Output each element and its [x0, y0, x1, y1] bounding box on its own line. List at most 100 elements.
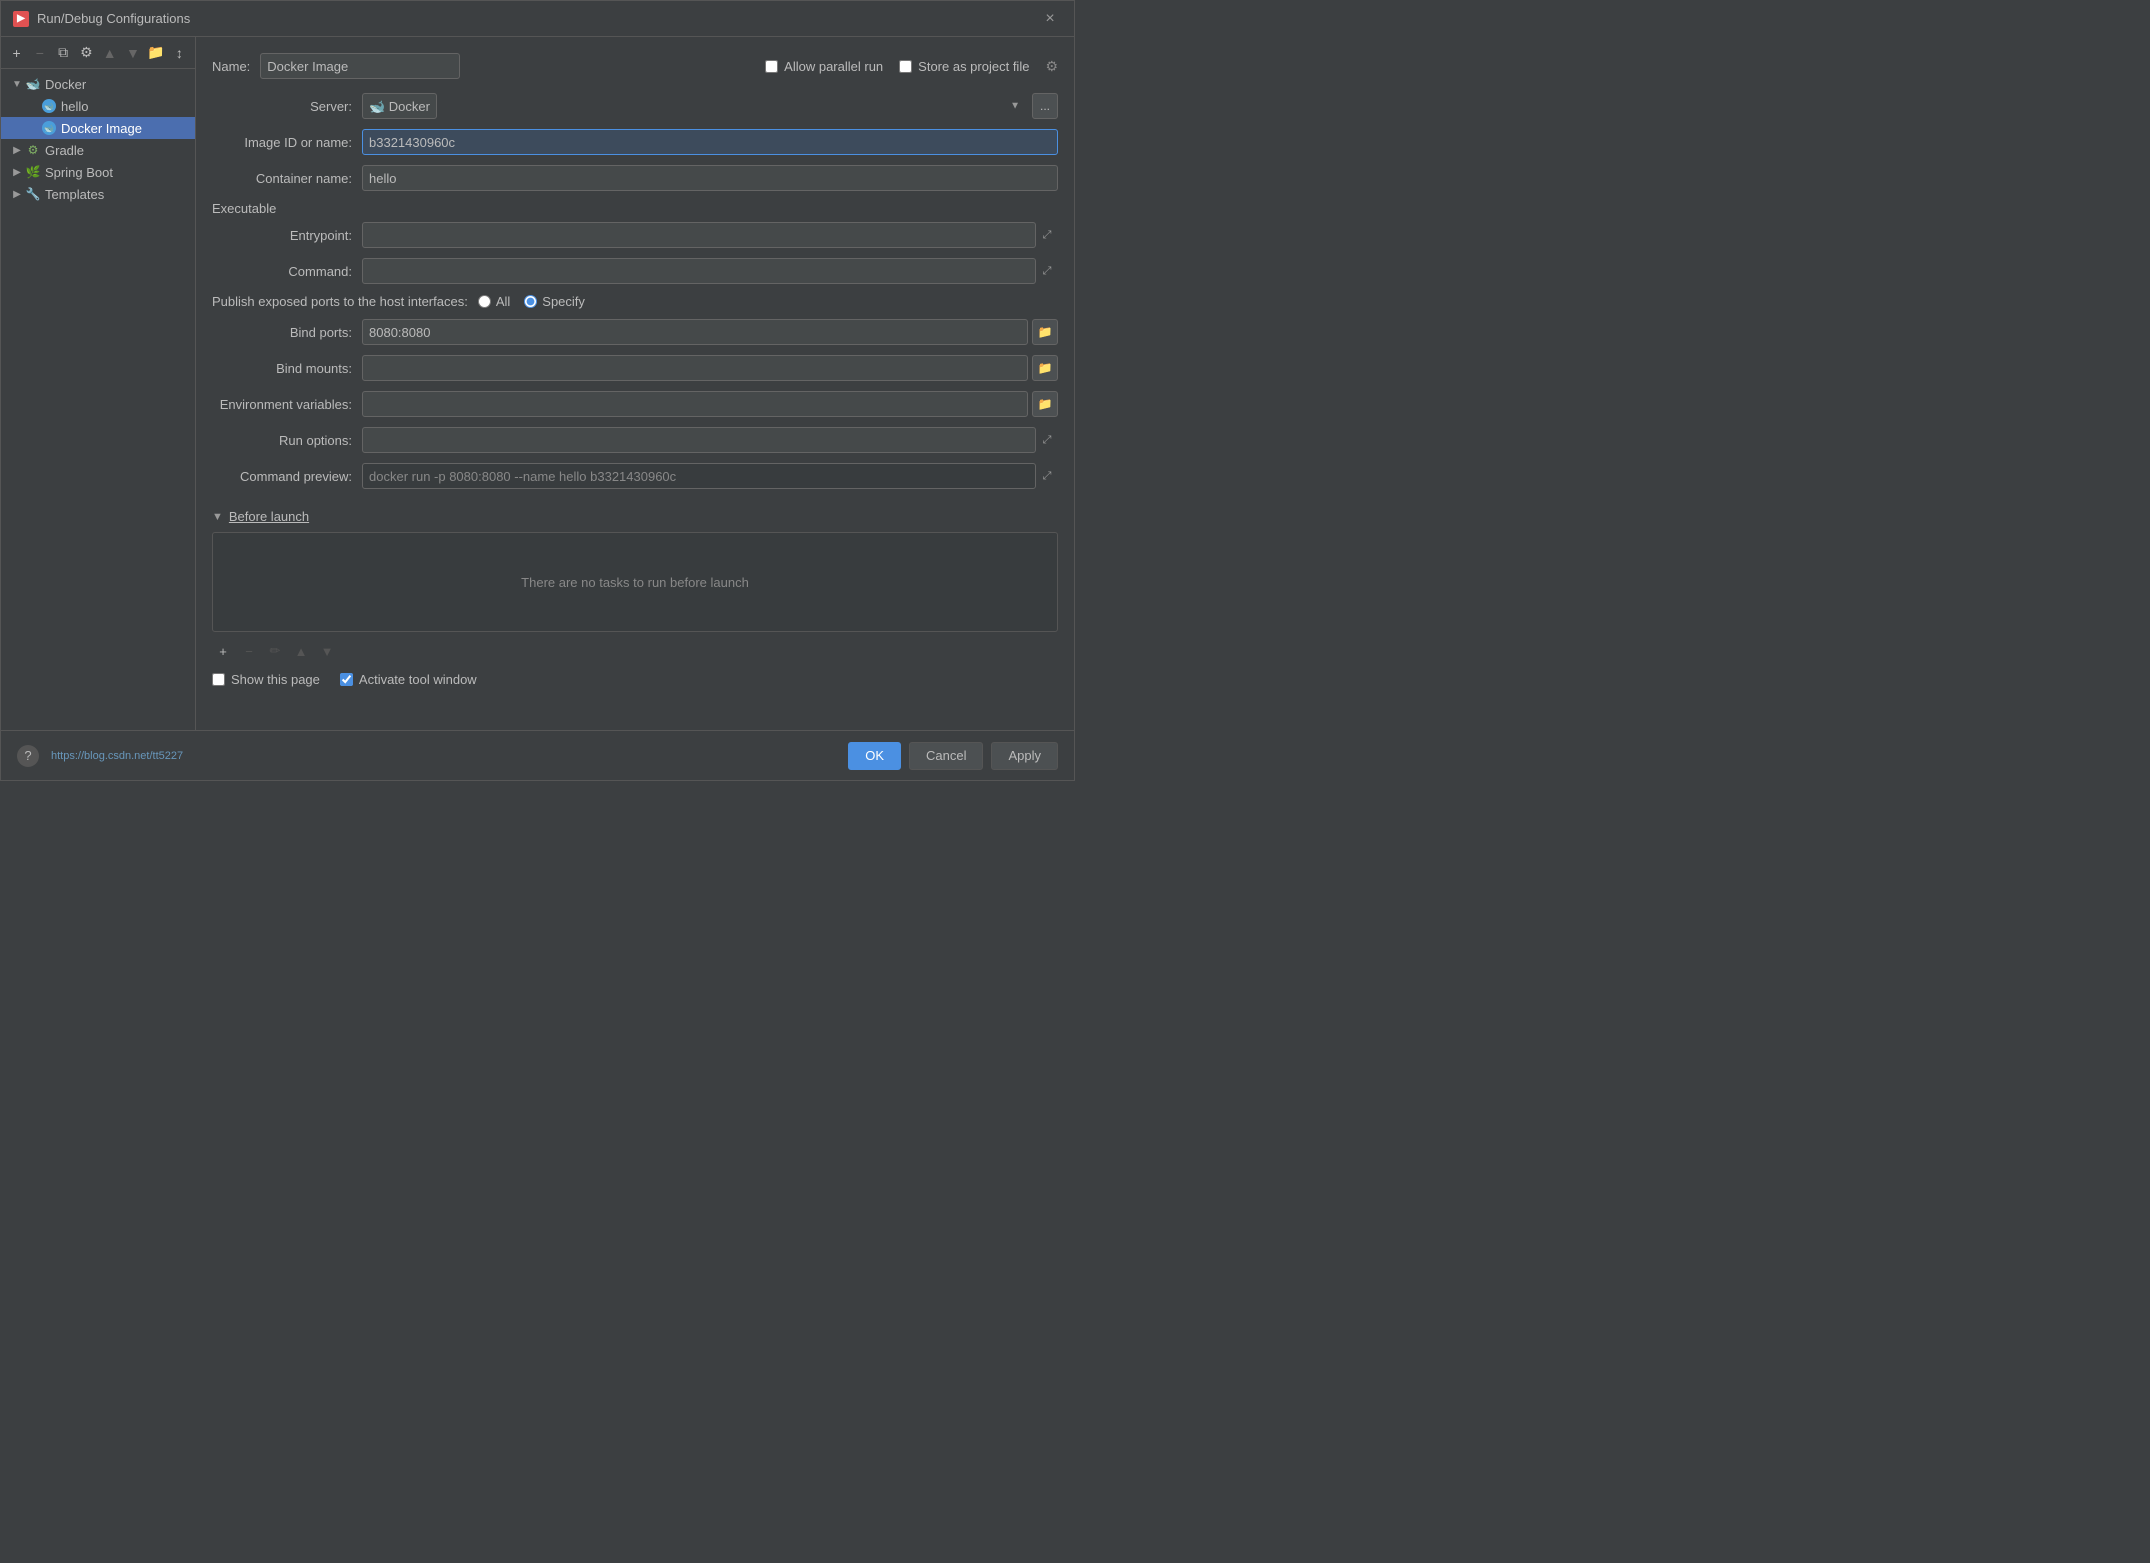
remove-config-button[interactable]: −: [30, 42, 49, 64]
tree-label-templates: Templates: [45, 187, 104, 202]
help-button[interactable]: ?: [17, 745, 39, 767]
image-id-input[interactable]: [362, 129, 1058, 155]
show-page-checkbox[interactable]: [212, 673, 225, 686]
wrench-icon: 🔧: [25, 186, 41, 202]
command-preview-label: Command preview:: [212, 469, 362, 484]
allow-parallel-checkbox[interactable]: [765, 60, 778, 73]
no-arrow-docker-image: [25, 120, 41, 136]
left-panel: + − ⧉ ⚙ ▲ ▼ 📁 ↕ ▼ 🐋 Docker: [1, 37, 196, 730]
tree-item-templates[interactable]: ▶ 🔧 Templates: [1, 183, 195, 205]
gradle-icon: ⚙: [25, 142, 41, 158]
before-launch-empty-text: There are no tasks to run before launch: [521, 575, 749, 590]
left-toolbar: + − ⧉ ⚙ ▲ ▼ 📁 ↕: [1, 37, 195, 69]
container-name-input[interactable]: [362, 165, 1058, 191]
ok-button[interactable]: OK: [848, 742, 901, 770]
store-gear-icon[interactable]: ⚙: [1045, 58, 1058, 75]
bind-mounts-input[interactable]: [362, 355, 1028, 381]
docker-hello-icon: 🐋: [41, 98, 57, 114]
run-options-expand-button[interactable]: ⤢: [1036, 429, 1058, 451]
env-vars-input[interactable]: [362, 391, 1028, 417]
add-config-button[interactable]: +: [7, 42, 26, 64]
entrypoint-label: Entrypoint:: [232, 228, 362, 243]
tree-item-docker[interactable]: ▼ 🐋 Docker: [1, 73, 195, 95]
folder-button[interactable]: 📁: [147, 42, 166, 64]
before-launch-edit-button[interactable]: ✏: [264, 640, 286, 662]
tree-item-gradle[interactable]: ▶ ⚙ Gradle: [1, 139, 195, 161]
env-vars-browse-button[interactable]: 📁: [1032, 391, 1058, 417]
radio-all-label[interactable]: All: [478, 294, 510, 309]
bind-mounts-browse-button[interactable]: 📁: [1032, 355, 1058, 381]
run-options-label: Run options:: [212, 433, 362, 448]
radio-specify[interactable]: [524, 295, 537, 308]
server-select-wrapper: 🐋 Docker ▼ ...: [362, 93, 1058, 119]
radio-specify-label[interactable]: Specify: [524, 294, 585, 309]
show-page-label[interactable]: Show this page: [212, 672, 320, 687]
bind-ports-input[interactable]: [362, 319, 1028, 345]
before-launch-toolbar: + − ✏ ▲ ▼: [212, 640, 1058, 662]
command-row: Command: ⤢: [212, 258, 1058, 284]
sort-button[interactable]: ↕: [170, 42, 189, 64]
before-launch-down-button[interactable]: ▼: [316, 640, 338, 662]
right-panel: Name: Allow parallel run Store as projec…: [196, 37, 1074, 730]
run-options-row: Run options: ⤢: [212, 427, 1058, 453]
before-launch-section: ▼ Before launch There are no tasks to ru…: [212, 509, 1058, 672]
radio-group-ports: All Specify: [478, 294, 1058, 309]
spring-icon: 🌿: [25, 164, 41, 180]
store-project-checkbox[interactable]: [899, 60, 912, 73]
apply-button[interactable]: Apply: [991, 742, 1058, 770]
before-launch-label: Before launch: [229, 509, 309, 524]
radio-all[interactable]: [478, 295, 491, 308]
close-button[interactable]: ×: [1038, 7, 1062, 31]
before-launch-remove-button[interactable]: −: [238, 640, 260, 662]
bind-mounts-row: Bind mounts: 📁: [212, 355, 1058, 381]
move-up-button[interactable]: ▲: [100, 42, 119, 64]
name-input[interactable]: [260, 53, 460, 79]
activate-tool-label[interactable]: Activate tool window: [340, 672, 477, 687]
command-expand-button[interactable]: ⤢: [1036, 260, 1058, 282]
command-input[interactable]: [362, 258, 1036, 284]
docker-icon: 🐋: [25, 76, 41, 92]
entrypoint-row: Entrypoint: ⤢: [212, 222, 1058, 248]
content-area: + − ⧉ ⚙ ▲ ▼ 📁 ↕ ▼ 🐋 Docker: [1, 37, 1074, 730]
expand-arrow-templates[interactable]: ▶: [9, 186, 25, 202]
tree-item-docker-image[interactable]: 🐋 Docker Image: [1, 117, 195, 139]
server-browse-button[interactable]: ...: [1032, 93, 1058, 119]
bind-mounts-label: Bind mounts:: [212, 361, 362, 376]
before-launch-header: ▼ Before launch: [212, 509, 1058, 524]
collapse-before-launch-button[interactable]: ▼: [212, 511, 223, 523]
run-options-input[interactable]: [362, 427, 1036, 453]
cancel-button[interactable]: Cancel: [909, 742, 983, 770]
before-launch-add-button[interactable]: +: [212, 640, 234, 662]
settings-config-button[interactable]: ⚙: [77, 42, 96, 64]
before-launch-up-button[interactable]: ▲: [290, 640, 312, 662]
before-launch-area: There are no tasks to run before launch: [212, 532, 1058, 632]
env-vars-label: Environment variables:: [212, 397, 362, 412]
name-label: Name:: [212, 59, 250, 74]
allow-parallel-label[interactable]: Allow parallel run: [765, 59, 883, 74]
server-select[interactable]: 🐋 Docker: [362, 93, 437, 119]
entrypoint-input[interactable]: [362, 222, 1036, 248]
run-debug-dialog: ▶ Run/Debug Configurations × + − ⧉ ⚙ ▲ ▼…: [0, 0, 1075, 781]
command-preview-input: [362, 463, 1036, 489]
expand-arrow-spring[interactable]: ▶: [9, 164, 25, 180]
tree-item-hello[interactable]: 🐋 hello: [1, 95, 195, 117]
dialog-title: Run/Debug Configurations: [37, 11, 1038, 26]
container-name-row: Container name:: [212, 165, 1058, 191]
move-down-button[interactable]: ▼: [123, 42, 142, 64]
footer-link[interactable]: https://blog.csdn.net/tt5227: [51, 750, 183, 762]
copy-config-button[interactable]: ⧉: [54, 42, 73, 64]
title-bar: ▶ Run/Debug Configurations ×: [1, 1, 1074, 37]
publish-ports-row: Publish exposed ports to the host interf…: [212, 294, 1058, 309]
activate-tool-checkbox[interactable]: [340, 673, 353, 686]
entrypoint-expand-button[interactable]: ⤢: [1036, 224, 1058, 246]
expand-arrow-docker[interactable]: ▼: [9, 76, 25, 92]
command-preview-row: Command preview: ⤢: [212, 463, 1058, 489]
store-project-label[interactable]: Store as project file: [899, 59, 1029, 74]
bind-ports-browse-button[interactable]: 📁: [1032, 319, 1058, 345]
tree-label-spring-boot: Spring Boot: [45, 165, 113, 180]
name-row: Name: Allow parallel run Store as projec…: [212, 53, 1058, 79]
expand-arrow-gradle[interactable]: ▶: [9, 142, 25, 158]
command-preview-expand-button[interactable]: ⤢: [1036, 465, 1058, 487]
tree-item-spring-boot[interactable]: ▶ 🌿 Spring Boot: [1, 161, 195, 183]
tree-label-docker-image: Docker Image: [61, 121, 142, 136]
